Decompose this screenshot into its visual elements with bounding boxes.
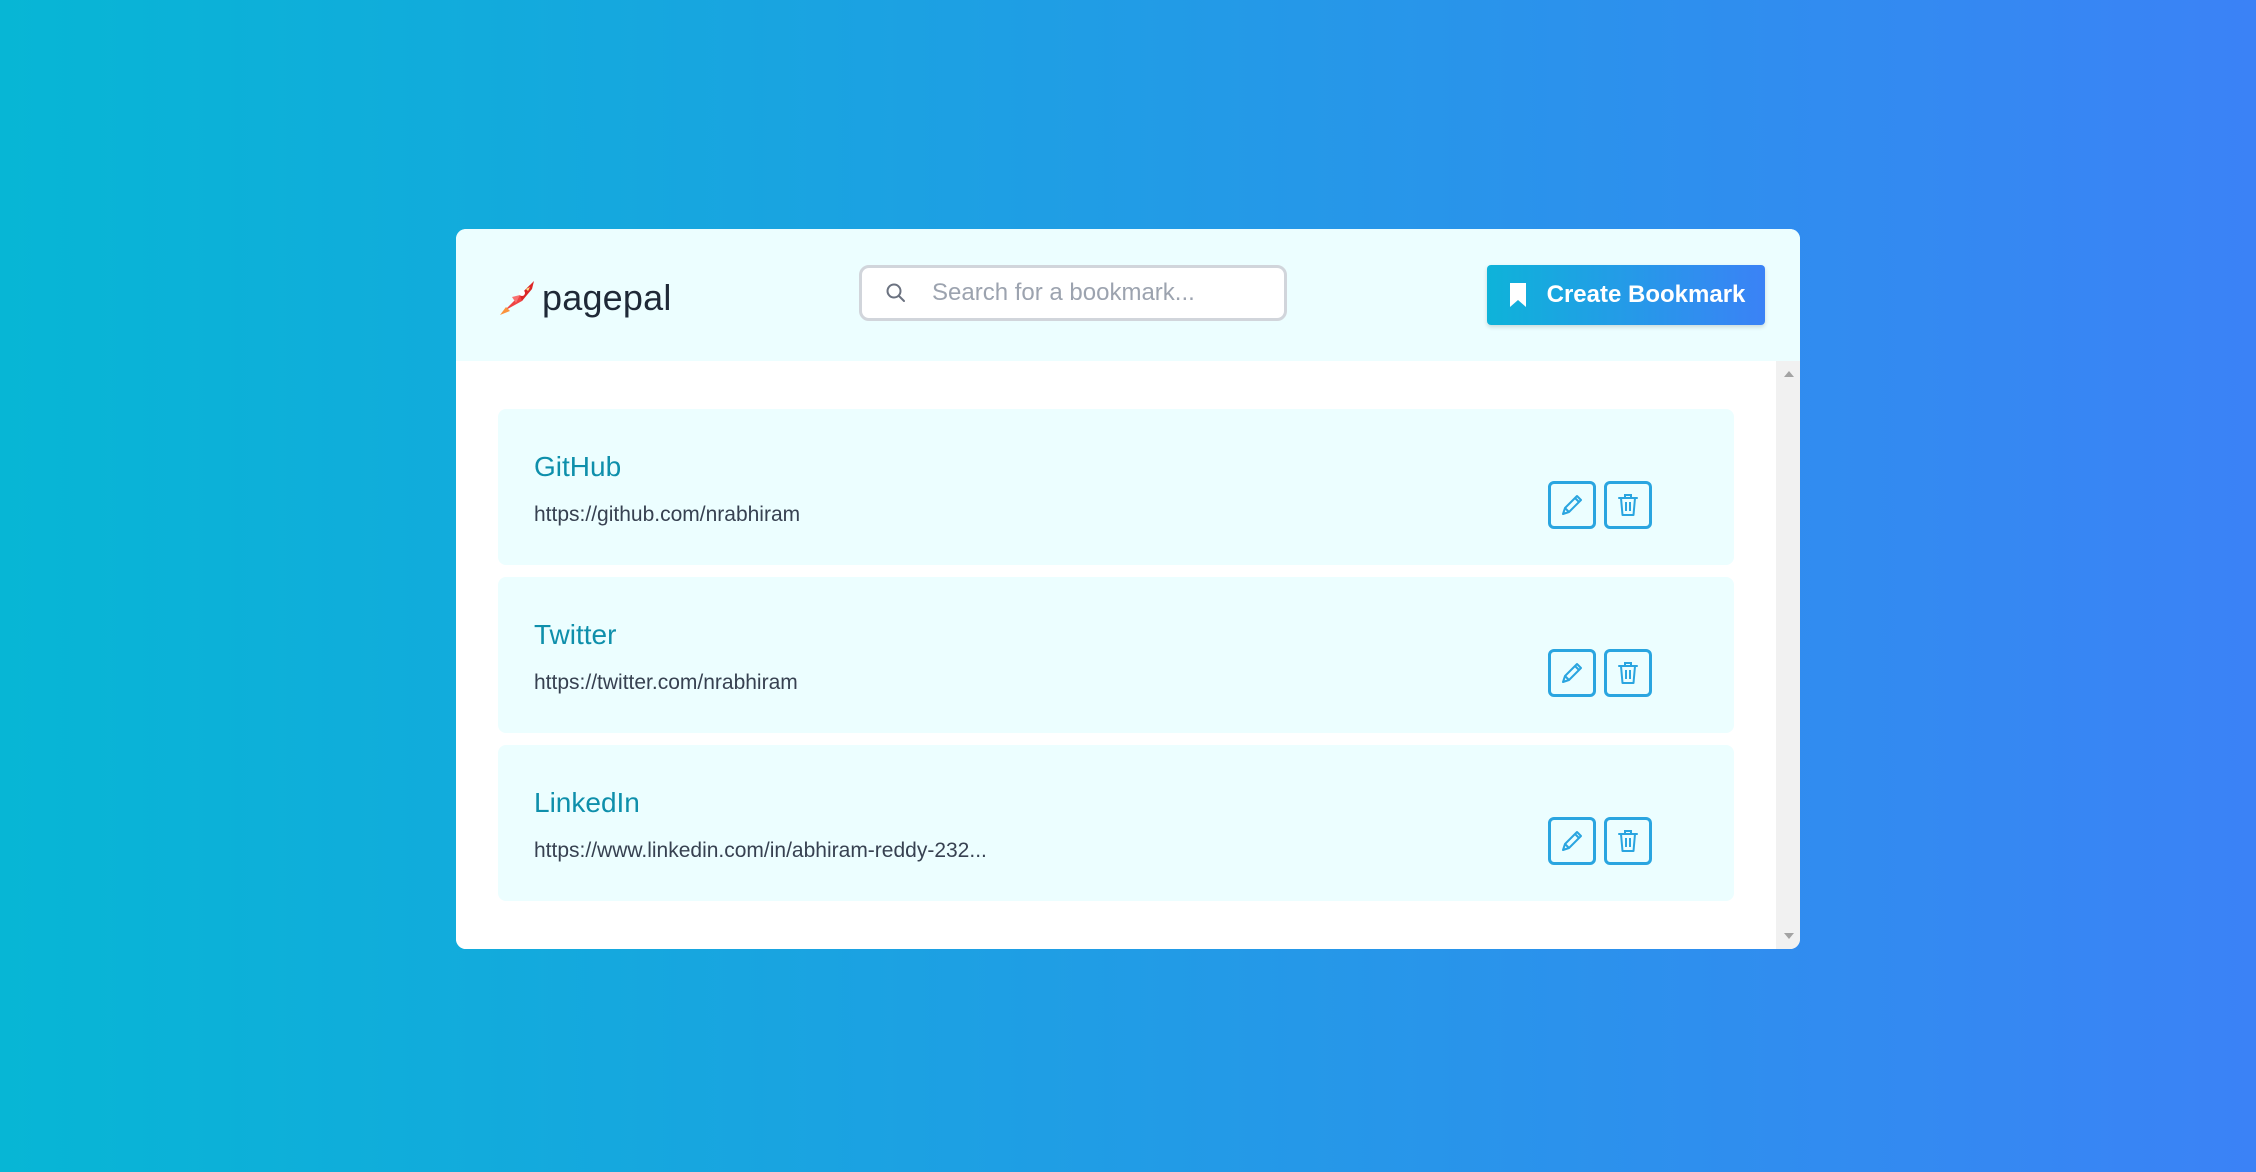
trash-icon bbox=[1618, 830, 1638, 852]
bookmark-icon bbox=[1507, 282, 1529, 308]
bookmark-title[interactable]: GitHub bbox=[534, 451, 621, 483]
bookmark-card[interactable]: LinkedIn https://www.linkedin.com/in/abh… bbox=[498, 745, 1734, 901]
scroll-up-arrow-icon[interactable] bbox=[1784, 371, 1794, 377]
search-box[interactable] bbox=[859, 265, 1287, 321]
header: pagepal Create Bookmark bbox=[456, 229, 1800, 361]
logo-text: pagepal bbox=[542, 277, 672, 318]
search-input[interactable] bbox=[930, 278, 1264, 308]
trash-icon bbox=[1618, 494, 1638, 516]
create-bookmark-label: Create Bookmark bbox=[1546, 281, 1746, 308]
trash-icon bbox=[1618, 662, 1638, 684]
edit-button[interactable] bbox=[1548, 817, 1596, 865]
search-icon bbox=[884, 281, 908, 305]
bookmark-title[interactable]: Twitter bbox=[534, 619, 616, 651]
bookmark-title[interactable]: LinkedIn bbox=[534, 787, 640, 819]
scrollbar[interactable] bbox=[1776, 361, 1800, 949]
rocket-icon bbox=[496, 277, 538, 319]
edit-button[interactable] bbox=[1548, 649, 1596, 697]
delete-button[interactable] bbox=[1604, 481, 1652, 529]
create-bookmark-button[interactable]: Create Bookmark bbox=[1487, 265, 1765, 325]
bookmark-url[interactable]: https://www.linkedin.com/in/abhiram-redd… bbox=[534, 839, 987, 863]
scroll-down-arrow-icon[interactable] bbox=[1784, 933, 1794, 939]
bookmark-url[interactable]: https://github.com/nrabhiram bbox=[534, 503, 800, 527]
bookmark-card[interactable]: GitHub https://github.com/nrabhiram bbox=[498, 409, 1734, 565]
delete-button[interactable] bbox=[1604, 649, 1652, 697]
delete-button[interactable] bbox=[1604, 817, 1652, 865]
pencil-icon bbox=[1562, 663, 1582, 683]
logo[interactable]: pagepal bbox=[496, 273, 672, 323]
edit-button[interactable] bbox=[1548, 481, 1596, 529]
app-window: pagepal Create Bookmark GitHub https:// bbox=[456, 229, 1800, 949]
bookmark-list[interactable]: GitHub https://github.com/nrabhiram Twit… bbox=[456, 361, 1776, 949]
bookmark-url[interactable]: https://twitter.com/nrabhiram bbox=[534, 671, 798, 695]
pencil-icon bbox=[1562, 495, 1582, 515]
bookmark-card[interactable]: Twitter https://twitter.com/nrabhiram bbox=[498, 577, 1734, 733]
pencil-icon bbox=[1562, 831, 1582, 851]
